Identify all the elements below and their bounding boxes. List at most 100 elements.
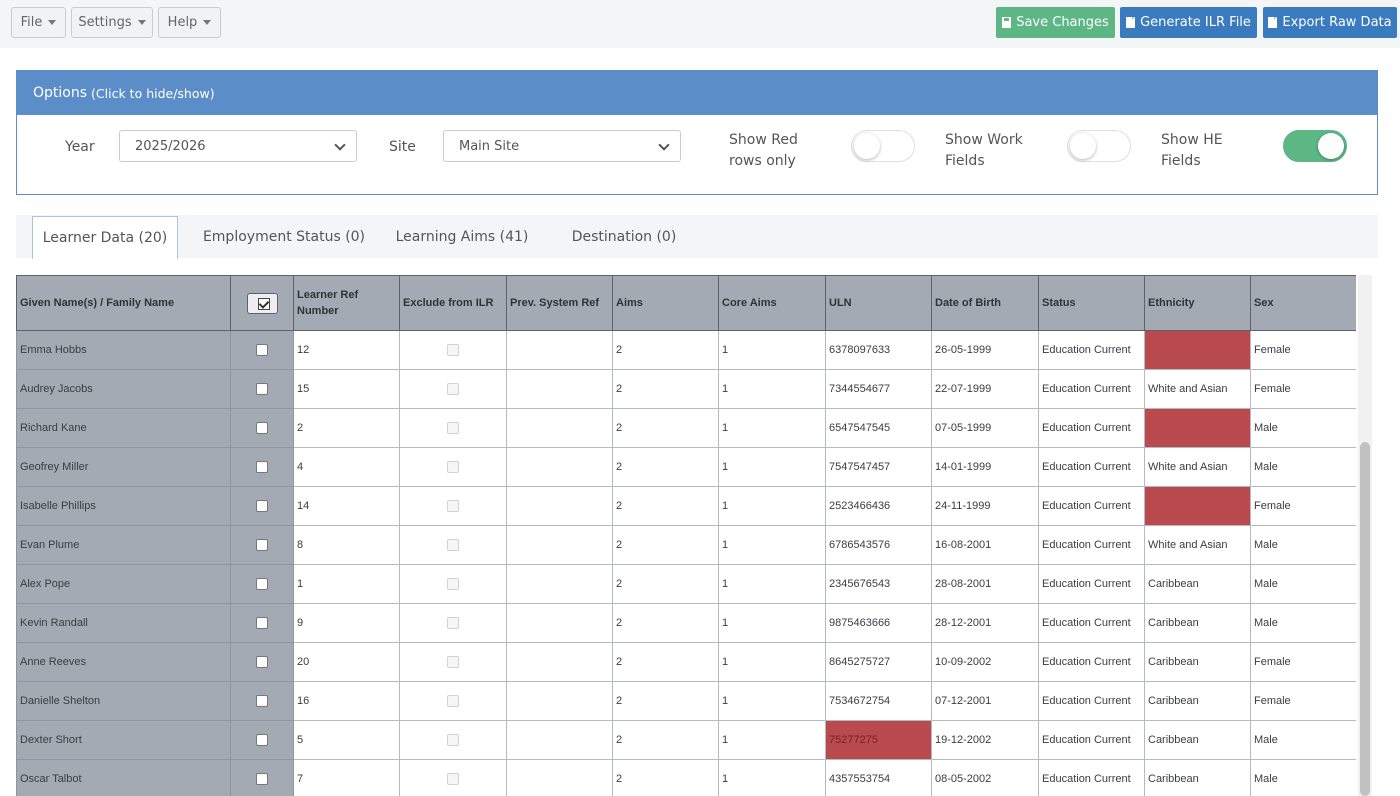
table-row[interactable]: Oscar Talbot 7 2 1 4357553754 08-05-2002 Educa… [16,759,1356,796]
sex-cell[interactable]: Female [1250,486,1356,526]
sex-cell[interactable]: Male [1250,525,1356,565]
table-row[interactable]: Emma Hobbs 12 2 1 6378097633 26-05-1999 Educat… [16,330,1356,370]
uln-cell[interactable]: 8645275727 [825,642,932,682]
column-header-name[interactable]: Given Name(s) / Family Name [16,275,231,331]
scrollbar-thumb[interactable] [1360,442,1370,796]
status-cell[interactable]: Education Current [1038,447,1145,487]
table-row[interactable]: Anne Reeves 20 2 1 8645275727 10-09-2002 Educa… [16,642,1356,682]
dob-cell[interactable]: 28-08-2001 [931,564,1039,604]
sex-cell[interactable]: Female [1250,642,1356,682]
uln-cell[interactable]: 2345676543 [825,564,932,604]
exclude-checkbox[interactable] [447,734,459,747]
aims-cell[interactable]: 2 [612,642,719,682]
ethnicity-cell[interactable] [1144,330,1251,370]
ethnicity-cell[interactable]: Caribbean [1144,642,1251,682]
save-changes-button[interactable]: Save Changes [996,7,1115,38]
dob-cell[interactable]: 22-07-1999 [931,369,1039,409]
site-select[interactable]: Main Site [443,130,681,162]
core-aims-cell[interactable]: 1 [718,408,826,448]
select-all-checkbox-icon[interactable] [246,292,278,314]
learner-name-cell[interactable]: Alex Pope [16,564,231,604]
learner-ref-cell[interactable]: 20 [293,642,400,682]
dob-cell[interactable]: 10-09-2002 [931,642,1039,682]
learner-ref-cell[interactable]: 9 [293,603,400,643]
uln-cell[interactable]: 6786543576 [825,525,932,565]
prev-ref-cell[interactable] [506,369,613,409]
row-select-checkbox[interactable] [256,617,268,630]
core-aims-cell[interactable]: 1 [718,720,826,760]
status-cell[interactable]: Education Current [1038,603,1145,643]
tab-destination[interactable]: Destination (0) [564,215,684,258]
row-select-checkbox[interactable] [256,773,268,786]
learner-ref-cell[interactable]: 12 [293,330,400,370]
learner-name-cell[interactable]: Oscar Talbot [16,759,231,796]
core-aims-cell[interactable]: 1 [718,603,826,643]
status-cell[interactable]: Education Current [1038,759,1145,796]
learner-ref-cell[interactable]: 14 [293,486,400,526]
learner-ref-cell[interactable]: 1 [293,564,400,604]
core-aims-cell[interactable]: 1 [718,447,826,487]
aims-cell[interactable]: 2 [612,486,719,526]
generate-ilr-button[interactable]: Generate ILR File [1120,7,1257,38]
table-row[interactable]: Audrey Jacobs 15 2 1 7344554677 22-07-1999 Edu… [16,369,1356,409]
ethnicity-cell[interactable]: Caribbean [1144,603,1251,643]
show-red-rows-toggle[interactable] [851,130,915,162]
ethnicity-cell[interactable]: Caribbean [1144,720,1251,760]
dob-cell[interactable]: 28-12-2001 [931,603,1039,643]
status-cell[interactable]: Education Current [1038,720,1145,760]
exclude-checkbox[interactable] [447,539,459,552]
core-aims-cell[interactable]: 1 [718,369,826,409]
row-select-checkbox[interactable] [256,539,268,552]
column-header-aims[interactable]: Aims [612,275,719,331]
exclude-checkbox[interactable] [447,383,459,396]
table-scrollbar[interactable] [1358,275,1372,796]
tab-learning-aims[interactable]: Learning Aims (41) [392,215,532,258]
learner-ref-cell[interactable]: 7 [293,759,400,796]
aims-cell[interactable]: 2 [612,408,719,448]
status-cell[interactable]: Education Current [1038,486,1145,526]
exclude-checkbox[interactable] [447,656,459,669]
prev-ref-cell[interactable] [506,681,613,721]
prev-ref-cell[interactable] [506,642,613,682]
row-select-checkbox[interactable] [256,656,268,669]
learner-name-cell[interactable]: Danielle Shelton [16,681,231,721]
exclude-checkbox[interactable] [447,500,459,513]
aims-cell[interactable]: 2 [612,330,719,370]
learner-ref-cell[interactable]: 16 [293,681,400,721]
row-select-checkbox[interactable] [256,422,268,435]
row-select-checkbox[interactable] [256,500,268,513]
learner-name-cell[interactable]: Richard Kane [16,408,231,448]
uln-cell[interactable]: 6547547545 [825,408,932,448]
dob-cell[interactable]: 07-05-1999 [931,408,1039,448]
exclude-checkbox[interactable] [447,578,459,591]
uln-cell[interactable]: 75277275 [825,720,932,760]
learner-name-cell[interactable]: Geofrey Miller [16,447,231,487]
sex-cell[interactable]: Male [1250,603,1356,643]
aims-cell[interactable]: 2 [612,369,719,409]
learner-name-cell[interactable]: Isabelle Phillips [16,486,231,526]
core-aims-cell[interactable]: 1 [718,642,826,682]
dob-cell[interactable]: 16-08-2001 [931,525,1039,565]
prev-ref-cell[interactable] [506,603,613,643]
column-header-status[interactable]: Status [1038,275,1145,331]
table-row[interactable]: Isabelle Phillips 14 2 1 2523466436 24-11-199… [16,486,1356,526]
status-cell[interactable]: Education Current [1038,642,1145,682]
table-row[interactable]: Kevin Randall 9 2 1 9875463666 28-12-2001 Educ… [16,603,1356,643]
aims-cell[interactable]: 2 [612,447,719,487]
show-work-fields-toggle[interactable] [1067,130,1131,162]
exclude-checkbox[interactable] [447,695,459,708]
tab-learner-data[interactable]: Learner Data (20) [32,216,178,259]
column-header-ethnicity[interactable]: Ethnicity [1144,275,1251,331]
learner-ref-cell[interactable]: 5 [293,720,400,760]
ethnicity-cell[interactable] [1144,486,1251,526]
ethnicity-cell[interactable]: White and Asian [1144,369,1251,409]
ethnicity-cell[interactable]: Caribbean [1144,681,1251,721]
prev-ref-cell[interactable] [506,759,613,796]
ethnicity-cell[interactable]: Caribbean [1144,759,1251,796]
table-row[interactable]: Alex Pope 1 2 1 2345676543 28-08-2001 Educatio… [16,564,1356,604]
file-menu-button[interactable]: File [11,7,66,38]
sex-cell[interactable]: Male [1250,447,1356,487]
exclude-checkbox[interactable] [447,773,459,786]
status-cell[interactable]: Education Current [1038,408,1145,448]
uln-cell[interactable]: 2523466436 [825,486,932,526]
